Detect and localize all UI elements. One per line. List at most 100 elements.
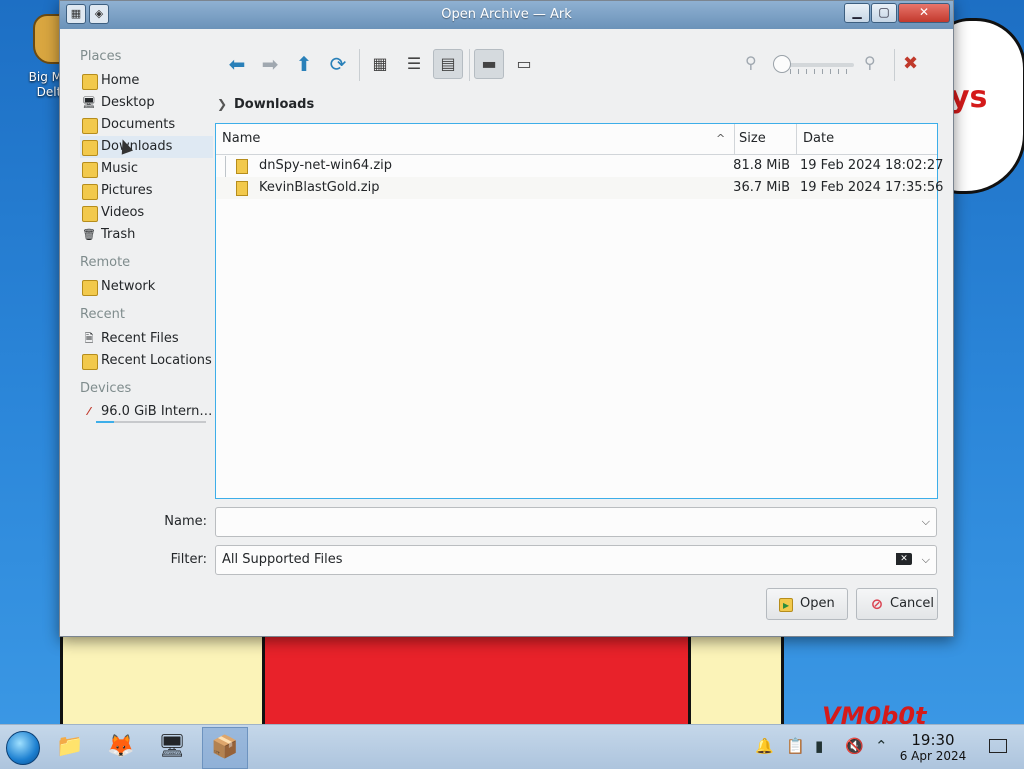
chevron-down-icon[interactable]: ⌵ <box>922 546 930 574</box>
column-header-date[interactable]: Date <box>803 124 834 154</box>
clear-text-icon[interactable]: ✕ <box>896 553 912 565</box>
toolbar-separator <box>359 49 360 81</box>
compact-view-button[interactable]: ☰ <box>399 49 429 79</box>
system-monitor-icon[interactable]: 🖥 <box>150 727 194 767</box>
zoom-in-icon[interactable]: ⚲ <box>864 53 876 72</box>
column-header-size[interactable]: Size <box>739 124 766 154</box>
hard-disk-icon: ⁄ <box>88 405 90 418</box>
open-archive-dialog: ▦ ◈ Open Archive — Ark ▁ ▢ ✕ Places Home… <box>59 0 954 637</box>
recent-locations-icon <box>82 354 98 370</box>
start-menu-button[interactable] <box>6 731 40 765</box>
sidebar-item-recent-locations[interactable]: Recent Locations <box>80 350 213 372</box>
close-button[interactable]: ✕ <box>898 3 950 23</box>
titlebar[interactable]: ▦ ◈ Open Archive — Ark ▁ ▢ ✕ <box>60 1 953 29</box>
sidebar-item-label: Videos <box>101 205 145 220</box>
maximize-button[interactable]: ▢ <box>871 3 897 23</box>
minimize-button[interactable]: ▁ <box>844 3 870 23</box>
downloads-folder-icon <box>82 140 98 156</box>
section-heading-devices: Devices <box>80 381 132 396</box>
sidebar-item-desktop[interactable]: 🖥 Desktop <box>80 92 213 114</box>
sidebar-item-label: Home <box>101 73 140 88</box>
volume-muted-icon[interactable]: 🔇 <box>845 737 864 755</box>
options-icon[interactable]: ✖ <box>903 53 918 74</box>
clock-date[interactable]: 6 Apr 2024 <box>896 749 970 763</box>
cancel-button[interactable]: ⊘ Cancel <box>856 588 938 620</box>
back-arrow-icon: ⬅ <box>228 52 246 76</box>
recent-files-icon: 🗎 <box>84 332 94 345</box>
preview-button[interactable]: ▬ <box>474 49 504 79</box>
notifications-icon[interactable]: 🔔 <box>755 737 774 755</box>
back-button[interactable]: ⬅ <box>222 49 252 79</box>
file-manager-icon[interactable]: 📁 <box>48 727 92 767</box>
sidebar-item-downloads[interactable]: Downloads <box>80 136 213 158</box>
column-header-name[interactable]: Name <box>222 124 260 154</box>
wallpaper-text-bottom: VM0b0t <box>822 702 927 724</box>
battery-icon[interactable]: ▮ <box>815 737 823 755</box>
forward-button[interactable]: ➡ <box>255 49 285 79</box>
taskbar: 📁 🦊 🖥 📦 🔔 📋 ▮ 🔇 ⌃ 19:30 6 Apr 2024 <box>0 724 1024 769</box>
file-list[interactable]: Name ^ Size Date dnSpy-net-win64.zip 81.… <box>215 123 943 499</box>
column-divider[interactable] <box>734 124 735 154</box>
section-heading-recent: Recent <box>80 307 125 322</box>
reload-button[interactable]: ⟳ <box>323 49 353 79</box>
up-button[interactable]: ⬆ <box>289 49 319 79</box>
open-button[interactable]: ▸ Open <box>766 588 848 620</box>
sidebar-item-music[interactable]: Music <box>80 158 213 180</box>
sidebar-item-label: 96.0 GiB Intern… <box>101 404 213 419</box>
detailed-view-button[interactable]: ▤ <box>433 49 463 79</box>
sidebar-item-network[interactable]: Network <box>80 276 213 298</box>
sidebar-item-trash[interactable]: 🗑 Trash <box>80 224 213 246</box>
pictures-folder-icon <box>82 184 98 200</box>
places-panel: Places Home 🖥 Desktop Documents Download… <box>65 41 213 501</box>
filter-combo[interactable]: All Supported Files ✕ ⌵ <box>215 545 937 575</box>
table-row[interactable]: dnSpy-net-win64.zip 81.8 MiB 19 Feb 2024… <box>216 155 943 177</box>
sort-ascending-icon: ^ <box>716 132 726 145</box>
clock-time[interactable]: 19:30 <box>900 731 966 749</box>
chevron-down-icon[interactable]: ⌵ <box>922 508 930 536</box>
preview-icon: ▬ <box>481 54 497 73</box>
icons-view-icon: ▦ <box>372 54 388 73</box>
table-row[interactable]: KevinBlastGold.zip 36.7 MiB 19 Feb 2024 … <box>216 177 943 199</box>
toolbar-separator <box>894 49 895 81</box>
file-date: 19 Feb 2024 18:02:27 <box>800 158 944 173</box>
name-combo[interactable]: ⌵ <box>215 507 937 537</box>
sidebar-item-label: Music <box>101 161 138 176</box>
network-icon <box>82 280 98 296</box>
window-title: Open Archive — Ark <box>441 7 572 22</box>
sidebar-item-home[interactable]: Home <box>80 70 213 92</box>
filter-label: Filter: <box>170 552 207 567</box>
filter-value: All Supported Files <box>222 552 343 567</box>
videos-folder-icon <box>82 206 98 222</box>
chevron-right-icon[interactable]: ❯ <box>217 97 227 111</box>
panel-button[interactable]: ▭ <box>509 49 539 79</box>
firefox-icon[interactable]: 🦊 <box>99 727 143 767</box>
sidebar-item-label: Pictures <box>101 183 153 198</box>
icons-view-button[interactable]: ▦ <box>365 49 395 79</box>
zoom-out-icon[interactable]: ⚲ <box>745 53 757 72</box>
sidebar-item-label: Desktop <box>101 95 155 110</box>
zoom-slider-handle[interactable] <box>773 55 791 73</box>
sidebar-item-recent-files[interactable]: 🗎 Recent Files <box>80 328 213 350</box>
trash-icon: 🗑 <box>82 228 96 241</box>
section-heading-remote: Remote <box>80 255 131 270</box>
breadcrumb-downloads[interactable]: Downloads <box>234 97 314 112</box>
disk-usage-bar <box>96 421 206 423</box>
cancel-button-label: Cancel <box>890 596 935 611</box>
ark-archive-icon[interactable]: 📦 <box>202 727 248 769</box>
sidebar-item-internal-disk[interactable]: ⁄ 96.0 GiB Intern… <box>80 401 213 423</box>
open-folder-icon: ▸ <box>779 598 793 612</box>
sidebar-item-documents[interactable]: Documents <box>80 114 213 136</box>
column-divider[interactable] <box>796 124 797 154</box>
forward-arrow-icon: ➡ <box>261 52 279 76</box>
sidebar-item-pictures[interactable]: Pictures <box>80 180 213 202</box>
show-desktop-icon[interactable] <box>989 739 1007 753</box>
sidebar-item-label: Documents <box>101 117 176 132</box>
column-header-row: Name ^ Size Date <box>216 124 937 155</box>
clipboard-icon[interactable]: 📋 <box>786 737 805 755</box>
sidebar-item-label: Recent Files <box>101 331 179 346</box>
home-icon <box>82 74 98 90</box>
file-name: dnSpy-net-win64.zip <box>259 158 393 173</box>
zip-file-icon <box>236 181 248 196</box>
sidebar-item-videos[interactable]: Videos <box>80 202 213 224</box>
expand-tray-icon[interactable]: ⌃ <box>875 737 888 755</box>
